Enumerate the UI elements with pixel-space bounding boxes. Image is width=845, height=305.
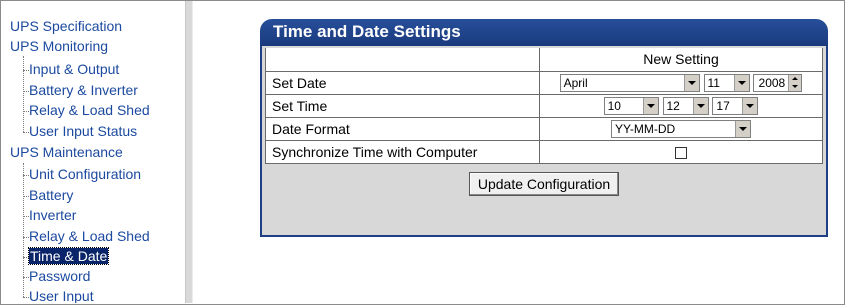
update-row: Update Configuration	[265, 163, 823, 205]
chevron-down-icon[interactable]	[683, 74, 699, 91]
set-date-controls: April 11 2008	[539, 70, 823, 95]
date-format-controls: YY-MM-DD	[539, 116, 823, 141]
sidebar-nav: UPS Specification UPS Monitoring Input &…	[1, 1, 185, 303]
minute-select[interactable]: 12	[662, 96, 709, 115]
set-time-controls: 10 12 17	[539, 93, 823, 118]
nav-ups-monitoring[interactable]: UPS Monitoring	[10, 38, 108, 54]
panel-body: New Setting Set Date April 11 2008 Set T…	[260, 46, 828, 237]
chevron-down-icon[interactable]	[642, 97, 658, 114]
set-date-label: Set Date	[265, 70, 540, 95]
nav-input-output[interactable]: Input & Output	[29, 61, 119, 77]
chevron-down-icon[interactable]	[733, 74, 749, 91]
frame-divider[interactable]	[185, 1, 193, 303]
nav-relay-load-shed-monitoring[interactable]: Relay & Load Shed	[29, 102, 150, 118]
nav-battery[interactable]: Battery	[29, 187, 73, 203]
spin-up-icon[interactable]	[789, 75, 801, 83]
sync-time-controls	[539, 139, 823, 164]
nav-password[interactable]: Password	[29, 268, 90, 284]
nav-relay-load-shed[interactable]: Relay & Load Shed	[29, 228, 150, 244]
second-select[interactable]: 17	[712, 96, 759, 115]
nav-user-input-status[interactable]: User Input Status	[29, 123, 137, 139]
month-select[interactable]: April	[559, 73, 700, 92]
settings-table: New Setting Set Date April 11 2008 Set T…	[265, 48, 823, 205]
year-spinner[interactable]: 2008	[753, 73, 803, 92]
panel-title: Time and Date Settings	[273, 22, 461, 41]
sync-time-label: Synchronize Time with Computer	[265, 139, 540, 164]
nav-unit-configuration[interactable]: Unit Configuration	[29, 166, 141, 182]
nav-ups-specification[interactable]: UPS Specification	[10, 18, 122, 34]
column-header-new-setting: New Setting	[539, 48, 823, 72]
date-format-select[interactable]: YY-MM-DD	[611, 119, 751, 138]
chevron-down-icon[interactable]	[735, 120, 750, 137]
day-select[interactable]: 11	[703, 73, 750, 92]
nav-battery-inverter[interactable]: Battery & Inverter	[29, 82, 138, 98]
nav-inverter[interactable]: Inverter	[29, 207, 76, 223]
nav-ups-maintenance[interactable]: UPS Maintenance	[10, 144, 123, 160]
sync-time-checkbox[interactable]	[675, 146, 687, 159]
date-format-label: Date Format	[265, 116, 540, 141]
chevron-down-icon[interactable]	[692, 97, 708, 114]
time-date-settings-panel: Time and Date Settings New Setting Set D…	[260, 19, 828, 237]
header-empty-cell	[265, 48, 540, 72]
chevron-down-icon[interactable]	[742, 97, 758, 114]
hour-select[interactable]: 10	[603, 96, 659, 115]
set-time-label: Set Time	[265, 93, 540, 118]
nav-time-date[interactable]: Time & Date	[27, 247, 110, 265]
panel-title-bar: Time and Date Settings	[260, 19, 828, 46]
nav-user-input[interactable]: User Input	[29, 288, 94, 303]
spin-down-icon[interactable]	[789, 83, 801, 91]
update-configuration-button[interactable]: Update Configuration	[468, 172, 620, 197]
tree-line	[23, 56, 24, 132]
